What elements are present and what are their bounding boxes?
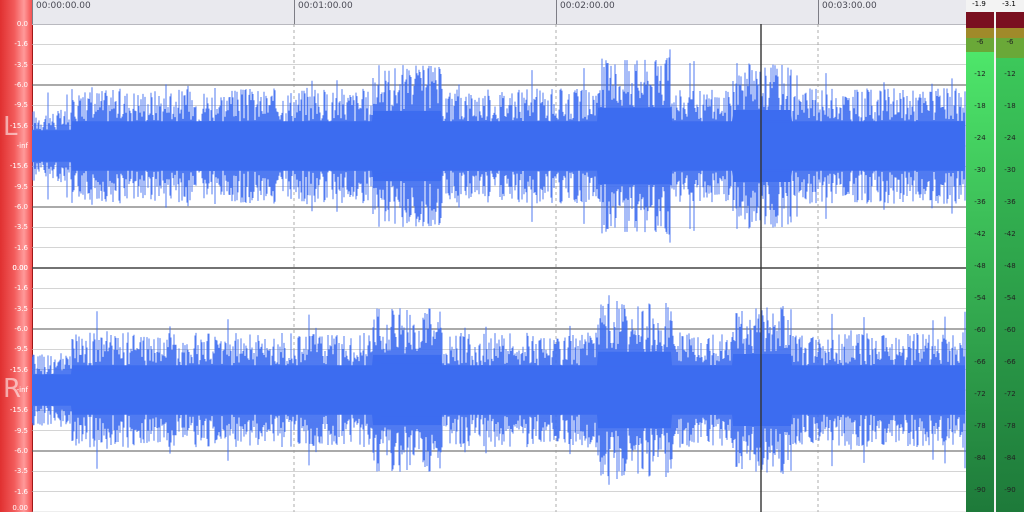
amplitude-tick: 0.0: [16, 20, 28, 28]
meter-scale-label: -54: [1004, 294, 1016, 302]
time-marker-2: 00:02:00.00: [556, 0, 615, 24]
amplitude-tick: -1.6: [14, 40, 28, 49]
amplitude-tick: -15.6: [9, 162, 28, 171]
level-meters: -1.9 -3.1 -6 -6 -12 -12 -18 -18 -24 -24 -30 -30 -3…: [966, 0, 1024, 512]
meter-scale-label: -30: [1004, 166, 1016, 174]
time-marker-3: 00:03:00.00: [818, 0, 877, 24]
amplitude-tick: -9.5: [14, 182, 28, 191]
amplitude-tick: -15.6: [9, 365, 28, 374]
waveform-left-channel[interactable]: [31, 49, 966, 243]
meter-scale-label: -24: [974, 134, 986, 142]
meter-scale-label: -48: [1004, 262, 1016, 270]
waveform-view[interactable]: [31, 23, 966, 513]
meter-scale-label: -42: [1004, 230, 1016, 238]
meter-scale-label: -12: [974, 70, 986, 78]
meter-scale-label: -72: [974, 390, 986, 398]
amplitude-tick: -6.0: [14, 325, 28, 333]
meter-scale-label: -84: [974, 454, 986, 462]
meter-scale-label: -78: [1004, 422, 1016, 430]
meter-scale-label: -18: [974, 102, 986, 110]
meter-scale-label: -48: [974, 262, 986, 270]
amplitude-tick: -6.0: [14, 203, 28, 211]
meter-scale-label: -30: [974, 166, 986, 174]
amplitude-tick: -3.5: [14, 467, 28, 476]
peak-value-left: -1.9: [972, 0, 986, 8]
meter-scale-label: -78: [974, 422, 986, 430]
meter-scale-label: -84: [1004, 454, 1016, 462]
meter-scale-label: -18: [1004, 102, 1016, 110]
amplitude-tick: -6.0: [14, 81, 28, 89]
meter-scale-label: -60: [1004, 326, 1016, 334]
meter-scale-label: -60: [974, 326, 986, 334]
meter-scale-label: -66: [1004, 358, 1016, 366]
meter-scale-label: -72: [1004, 390, 1016, 398]
peak-value-right: -3.1: [1002, 0, 1016, 8]
meter-scale-label: -24: [1004, 134, 1016, 142]
meter-scale-label: -36: [1004, 198, 1016, 206]
amplitude-tick: -1.6: [14, 243, 28, 252]
amplitude-tick: -3.5: [14, 304, 28, 313]
amplitude-ruler: L R 0.0 -1.6 -3.5 -6.0 -9.5 -15.6 -inf -15.6 -9.…: [0, 0, 33, 512]
meter-scale-label: -42: [974, 230, 986, 238]
amplitude-tick: -9.5: [14, 101, 28, 110]
amplitude-tick: -6.0: [14, 447, 28, 455]
amplitude-tick: 0.00: [12, 504, 28, 512]
amplitude-tick: -3.5: [14, 60, 28, 69]
meter-scale-label: -54: [974, 294, 986, 302]
amplitude-tick: -inf: [16, 386, 28, 394]
time-ruler[interactable]: 00:00:00.00 00:01:00.00 00:02:00.00 00:0…: [32, 0, 966, 25]
time-marker-0: 00:00:00.00: [32, 0, 91, 24]
amplitude-tick: -15.6: [9, 121, 28, 130]
amplitude-tick: -inf: [16, 142, 28, 150]
meter-scale-label: -6: [1006, 38, 1014, 46]
waveform-canvas[interactable]: [31, 23, 966, 513]
meter-scale-label: -90: [974, 486, 986, 494]
waveform-right-channel[interactable]: [31, 295, 966, 485]
amplitude-tick: 0.00: [12, 264, 28, 272]
amplitude-tick: -1.6: [14, 284, 28, 293]
meter-scale-label: -36: [974, 198, 986, 206]
amplitude-tick: -3.5: [14, 223, 28, 232]
amplitude-tick: -1.6: [14, 487, 28, 496]
amplitude-tick: -15.6: [9, 406, 28, 415]
time-marker-1: 00:01:00.00: [294, 0, 353, 24]
meter-scale-label: -90: [1004, 486, 1016, 494]
amplitude-tick: -9.5: [14, 426, 28, 435]
amplitude-tick: -9.5: [14, 345, 28, 354]
meter-scale-label: -6: [976, 38, 984, 46]
meter-scale-label: -12: [1004, 70, 1016, 78]
meter-scale-label: -66: [974, 358, 986, 366]
